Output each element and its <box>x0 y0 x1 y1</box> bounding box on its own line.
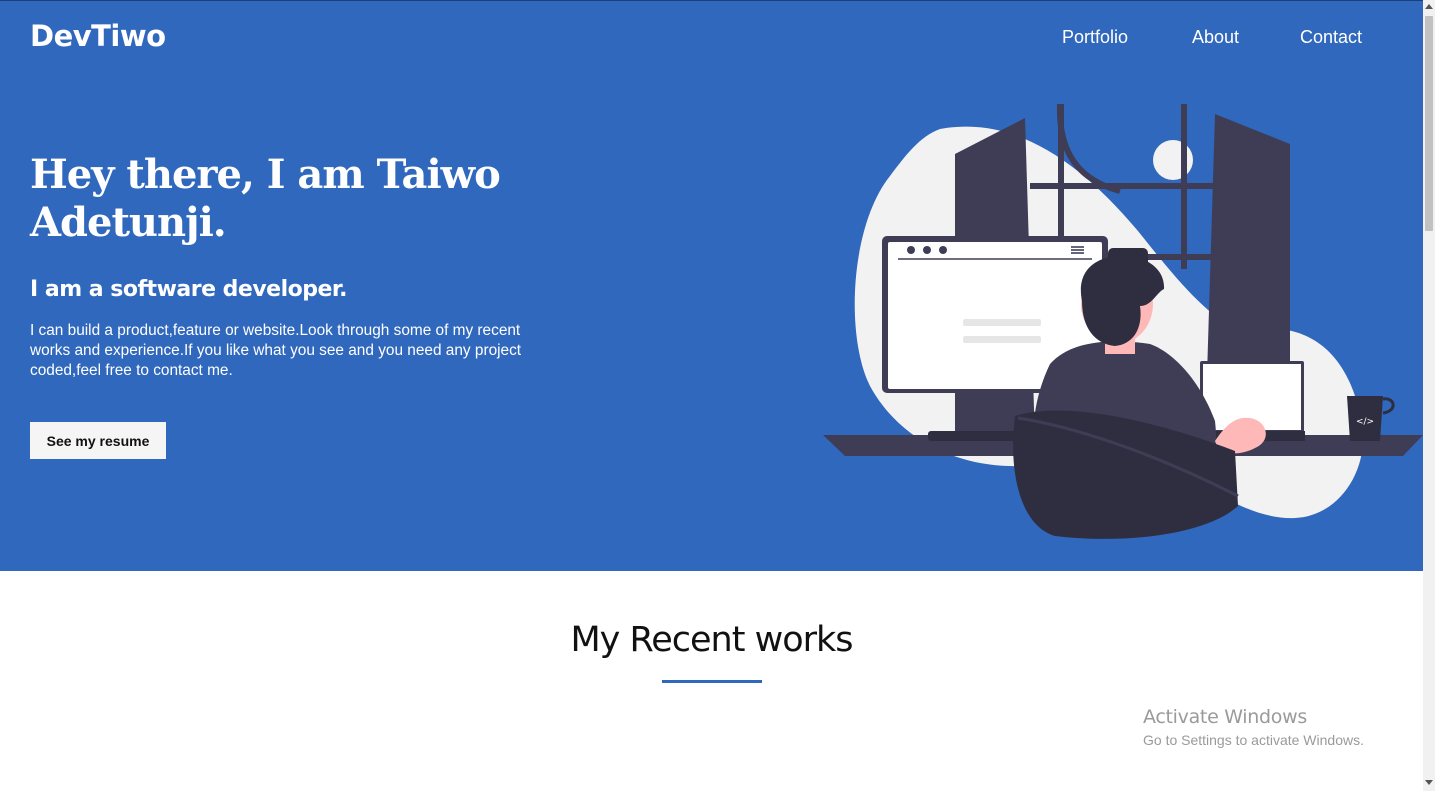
scroll-down-arrow-icon[interactable] <box>1425 780 1433 785</box>
mug-handle <box>1382 397 1395 415</box>
title-underline <box>662 680 762 683</box>
window-dot-1 <box>907 246 915 254</box>
watermark-subtitle: Go to Settings to activate Windows. <box>1143 732 1364 748</box>
hero-description: I can build a product,feature or website… <box>30 322 522 379</box>
brand-logo[interactable]: DevTiwo <box>30 19 166 53</box>
window-dot-3 <box>939 246 947 254</box>
scroll-up-arrow-icon[interactable] <box>1425 4 1433 9</box>
hero-section: DevTiwo Portfolio About Contact Hey ther… <box>0 0 1423 571</box>
see-resume-button[interactable]: See my resume <box>30 422 166 459</box>
screen-text-line-1 <box>963 319 1041 326</box>
nav-link-about[interactable]: About <box>1192 27 1239 48</box>
window-rail-top <box>1030 183 1220 189</box>
nav-link-contact[interactable]: Contact <box>1300 27 1362 48</box>
screen-text-line-2 <box>963 336 1041 343</box>
activate-windows-watermark: Activate Windows Go to Settings to activ… <box>1143 706 1364 748</box>
hero-title: Hey there, I am Taiwo Adetunji. <box>30 151 501 246</box>
developer-at-desk-illustration: </> <box>823 103 1423 539</box>
nav-link-portfolio[interactable]: Portfolio <box>1062 27 1128 48</box>
mug-code-label: </> <box>1356 417 1374 427</box>
hero-subtitle: I am a software developer. <box>30 277 348 302</box>
recent-works-title: My Recent works <box>570 620 853 660</box>
watermark-title: Activate Windows <box>1143 706 1307 728</box>
vertical-scrollbar[interactable] <box>1423 0 1435 791</box>
portfolio-page: DevTiwo Portfolio About Contact Hey ther… <box>0 0 1423 791</box>
scrollbar-thumb[interactable] <box>1425 16 1433 231</box>
window-dot-2 <box>923 246 931 254</box>
